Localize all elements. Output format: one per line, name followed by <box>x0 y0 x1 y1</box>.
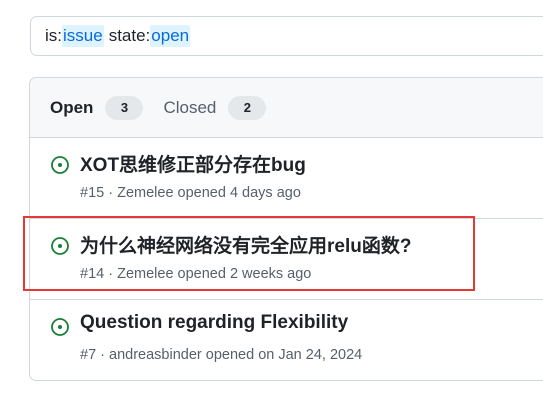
filter-closed-label: Closed <box>163 97 217 117</box>
issue-row[interactable]: 为什么神经网络没有完全应用relu函数? #14 · Zemelee opene… <box>30 219 543 300</box>
issue-title-link[interactable]: Question regarding Flexibility <box>80 312 348 334</box>
filter-open-tab[interactable]: Open 3 <box>50 95 144 120</box>
search-token-key: state: <box>108 26 151 45</box>
issue-number: #14 <box>80 266 105 282</box>
filter-open-count: 3 <box>105 95 144 120</box>
filter-open-label: Open <box>50 97 94 117</box>
issue-opened-icon <box>51 237 69 255</box>
issue-title-link[interactable]: 为什么神经网络没有完全应用relu函数? <box>80 231 411 258</box>
filter-closed-tab[interactable]: Closed 2 <box>163 95 267 120</box>
issue-opened-icon <box>51 156 69 174</box>
issues-list-header: Open 3 Closed 2 <box>30 78 543 138</box>
issues-page: is: issue state: open Open 3 Closed 2 XOT思… <box>0 0 543 417</box>
issue-row[interactable]: XOT思维修正部分存在bug #15 · Zemelee opened 4 da… <box>30 138 543 219</box>
search-token-key: is: <box>45 26 62 45</box>
filter-closed-count: 2 <box>228 95 267 120</box>
search-token-value: open <box>150 25 191 47</box>
issue-opened-icon <box>51 318 69 336</box>
issue-author-link[interactable]: Zemelee <box>117 266 173 282</box>
issue-number: #7 <box>80 347 97 363</box>
issue-opened-time: opened 4 days ago <box>177 185 301 201</box>
issue-author-link[interactable]: andreasbinder <box>109 347 202 363</box>
issue-meta: #14 · Zemelee opened 2 weeks ago <box>80 266 312 282</box>
issue-title-link[interactable]: XOT思维修正部分存在bug <box>80 150 306 177</box>
issue-author-link[interactable]: Zemelee <box>117 185 173 201</box>
search-token-value: issue <box>62 25 104 47</box>
issue-meta: #15 · Zemelee opened 4 days ago <box>80 185 301 201</box>
issue-opened-time: opened on Jan 24, 2024 <box>205 347 363 363</box>
issue-number: #15 <box>80 185 105 201</box>
issues-list: Open 3 Closed 2 XOT思维修正部分存在bug #15 · Zem… <box>29 77 543 381</box>
issue-opened-time: opened 2 weeks ago <box>177 266 312 282</box>
issue-row[interactable]: Question regarding Flexibility #7 · andr… <box>30 300 543 380</box>
issue-meta: #7 · andreasbinder opened on Jan 24, 202… <box>80 347 363 363</box>
search-input[interactable]: is: issue state: open <box>30 16 543 56</box>
